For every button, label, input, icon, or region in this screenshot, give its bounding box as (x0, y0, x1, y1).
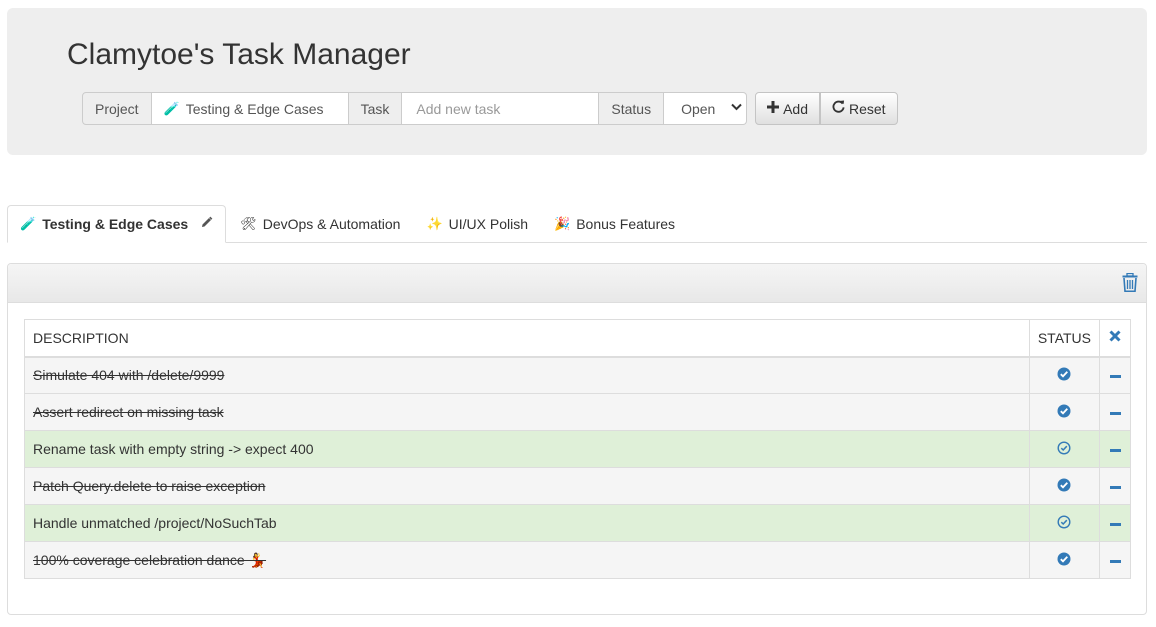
check-circle-outline-icon (1057, 515, 1071, 532)
project-value: Testing & Edge Cases (185, 100, 324, 117)
check-circle-filled-icon (1057, 478, 1071, 495)
delete-task-button[interactable] (1099, 430, 1131, 468)
task-panel: DESCRIPTION STATUS Simulate 404 with /de… (7, 263, 1147, 615)
tab-testing-edge-cases[interactable]: 🧪 Testing & Edge Cases (7, 205, 227, 243)
task-description-cell[interactable]: Rename task with empty string -> expect … (24, 430, 1030, 468)
status-select[interactable]: Open (664, 92, 748, 125)
minus-icon (1109, 375, 1121, 379)
task-input[interactable] (414, 99, 587, 118)
check-circle-outline-icon (1057, 441, 1071, 458)
test-tube-icon: 🧪 (20, 216, 37, 231)
task-description: Assert redirect on missing task (33, 404, 224, 420)
page-title: Clamytoe's Task Manager (67, 38, 411, 71)
task-description: Rename task with empty string -> expect … (33, 441, 314, 457)
tab-label: Testing & Edge Cases (42, 216, 189, 232)
delete-task-button[interactable] (1099, 467, 1131, 505)
chevron-down-icon (731, 103, 742, 114)
status-header: STATUS (1028, 319, 1101, 358)
table-row: Rename task with empty string -> expect … (24, 430, 1131, 468)
close-icon (1109, 329, 1121, 346)
pencil-icon[interactable] (200, 216, 213, 232)
add-button-label: Add (783, 100, 808, 117)
table-row: Simulate 404 with /delete/9999 (24, 356, 1131, 394)
trash-icon[interactable] (1122, 272, 1138, 293)
tab-devops-automation[interactable]: 🛠 DevOps & Automation (228, 205, 412, 243)
party-popper-icon: 🎉 (554, 216, 571, 231)
project-field[interactable]: 🧪 Testing & Edge Cases (151, 92, 348, 125)
panel-heading (8, 264, 1146, 303)
status-toggle[interactable] (1028, 504, 1101, 542)
reset-button-label: Reset (849, 100, 886, 117)
refresh-icon (832, 100, 845, 117)
plus-icon (767, 100, 780, 117)
delete-task-button[interactable] (1099, 541, 1131, 579)
table-row: Handle unmatched /project/NoSuchTab (24, 504, 1131, 542)
table-header-row: DESCRIPTION STATUS (24, 319, 1131, 358)
status-toggle[interactable] (1028, 356, 1101, 394)
project-label: Project (82, 92, 152, 125)
task-description-cell[interactable]: Assert redirect on missing task (24, 393, 1030, 431)
task-description: Handle unmatched /project/NoSuchTab (33, 515, 277, 531)
task-description-cell[interactable]: Simulate 404 with /delete/9999 (24, 356, 1030, 394)
table-row: Patch Query.delete to raise exception (24, 467, 1131, 505)
status-toggle[interactable] (1028, 393, 1101, 431)
add-button[interactable]: Add (755, 92, 820, 125)
status-label: Status (598, 92, 665, 125)
status-toggle[interactable] (1028, 541, 1101, 579)
delete-task-button[interactable] (1099, 356, 1131, 394)
delete-task-button[interactable] (1099, 393, 1131, 431)
task-description: 100% coverage celebration dance 💃 (33, 551, 267, 568)
status-toggle[interactable] (1028, 430, 1101, 468)
test-tube-icon: 🧪 (163, 100, 180, 116)
project-tabs: 🧪 Testing & Edge Cases 🛠 DevOps & Automa… (7, 205, 1147, 243)
task-label: Task (347, 92, 403, 125)
minus-icon (1109, 411, 1121, 415)
description-header: DESCRIPTION (24, 319, 1030, 358)
tab-label: UI/UX Polish (448, 216, 529, 232)
task-description: Simulate 404 with /delete/9999 (33, 367, 225, 384)
check-circle-filled-icon (1057, 367, 1071, 384)
task-description-cell[interactable]: Handle unmatched /project/NoSuchTab (24, 504, 1030, 542)
add-task-form: Project 🧪 Testing & Edge Cases Task Stat… (82, 92, 898, 125)
header-panel: Clamytoe's Task Manager Project 🧪 Testin… (7, 8, 1147, 155)
tab-ui-ux-polish[interactable]: ✨ UI/UX Polish (414, 205, 540, 243)
task-field[interactable] (402, 92, 599, 125)
task-description: Patch Query.delete to raise exception (33, 478, 266, 494)
status-toggle[interactable] (1028, 467, 1101, 505)
clear-all-button[interactable] (1099, 319, 1131, 358)
minus-icon (1109, 485, 1121, 489)
tools-icon: 🛠 (240, 216, 257, 231)
status-value: Open (681, 100, 716, 117)
minus-icon (1109, 448, 1121, 452)
check-circle-filled-icon (1057, 552, 1071, 569)
sparkles-icon: ✨ (426, 216, 443, 231)
table-row: 100% coverage celebration dance 💃 (24, 541, 1131, 579)
reset-button[interactable]: Reset (820, 92, 898, 125)
task-description-cell[interactable]: 100% coverage celebration dance 💃 (24, 541, 1030, 579)
table-row: Assert redirect on missing task (24, 393, 1131, 431)
task-table: DESCRIPTION STATUS Simulate 404 with /de… (24, 319, 1131, 579)
tab-bonus-features[interactable]: 🎉 Bonus Features (542, 205, 687, 243)
task-description-cell[interactable]: Patch Query.delete to raise exception (24, 467, 1030, 505)
tab-label: DevOps & Automation (262, 216, 401, 232)
check-circle-filled-icon (1057, 404, 1071, 421)
tab-label: Bonus Features (576, 216, 676, 232)
minus-icon (1109, 522, 1121, 526)
delete-task-button[interactable] (1099, 504, 1131, 542)
minus-icon (1109, 559, 1121, 563)
